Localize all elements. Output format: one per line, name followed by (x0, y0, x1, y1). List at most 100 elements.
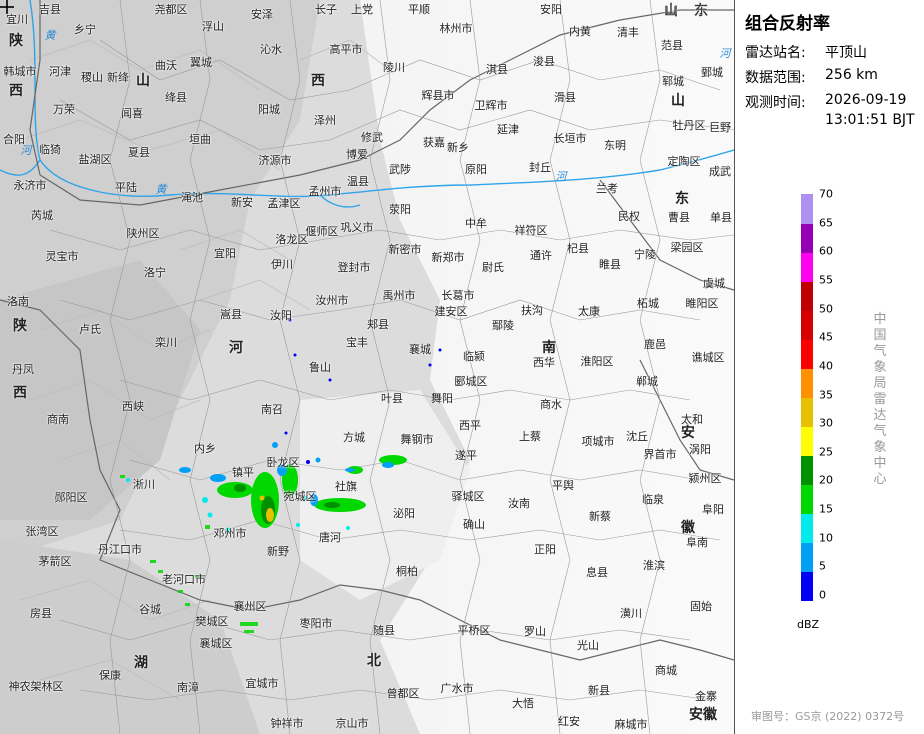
product-title: 组合反射率 (745, 14, 830, 34)
place-label: 单县 (710, 211, 732, 224)
legend-swatch (801, 339, 813, 369)
place-label: 枣阳市 (299, 617, 333, 630)
place-label: 新乡 (447, 141, 469, 154)
range-value: 256 km (825, 67, 878, 83)
place-label: 巨野 (709, 121, 731, 134)
place-label: 山 (665, 3, 677, 16)
place-label: 汝州市 (315, 294, 349, 307)
province-label: 西 (311, 73, 325, 89)
place-label: 襄州区 (233, 600, 267, 613)
place-label: 泽州 (314, 114, 336, 127)
place-label: 商水 (540, 398, 562, 411)
place-label: 罗山 (524, 625, 546, 638)
river-label: 河 (719, 47, 731, 60)
place-label: 新县 (588, 684, 610, 697)
place-label: 宜城市 (245, 677, 279, 690)
legend-swatch (801, 455, 813, 485)
legend-tick-label: 0 (819, 588, 826, 602)
place-label: 舞阳 (431, 392, 453, 405)
place-label: 河津 (49, 65, 71, 78)
legend-tick-label: 30 (819, 416, 833, 430)
place-label: 尧都区 (154, 3, 188, 16)
place-label: 东明 (604, 139, 626, 152)
place-label: 茅箭区 (38, 555, 72, 568)
time-clock: 13:01:51 BJT (825, 112, 915, 128)
place-label: 谯城区 (691, 351, 725, 364)
place-label: 洛龙区 (275, 233, 309, 246)
place-label: 闻喜 (121, 107, 143, 120)
place-label: 夏县 (128, 146, 150, 159)
map-approval-number: 审图号：GS京 (2022) 0372号 (751, 710, 905, 723)
station-row: 雷达站名: 平顶山 (745, 42, 867, 62)
place-label: 成武 (709, 165, 731, 178)
place-label: 新安 (231, 196, 253, 209)
place-label: 张湾区 (25, 525, 59, 538)
place-label: 垣曲 (189, 133, 211, 146)
place-label: 淅川 (133, 478, 155, 491)
place-label: 随县 (373, 624, 395, 637)
place-label: 房县 (30, 607, 52, 620)
place-label: 尉氏 (482, 261, 504, 274)
place-label: 卫辉市 (474, 99, 508, 112)
place-label: 西华 (533, 356, 555, 369)
place-label: 永济市 (13, 179, 47, 192)
legend-tick-label: 45 (819, 330, 833, 344)
place-label: 汝阳 (270, 309, 292, 322)
place-label: 东 (695, 3, 707, 16)
place-label: 老河口市 (162, 573, 206, 586)
place-label: 平桥区 (457, 624, 491, 637)
place-label: 镇平 (232, 466, 254, 479)
place-label: 上蔡 (519, 430, 541, 443)
place-label: 叶县 (381, 392, 403, 405)
place-label: 淮滨 (643, 559, 665, 572)
place-label: 陵川 (383, 61, 405, 74)
place-label: 鹿邑 (644, 338, 666, 351)
legend-swatch (801, 310, 813, 340)
place-label: 广水市 (440, 682, 474, 695)
place-label: 鄢陵 (492, 319, 514, 332)
radar-map[interactable]: 陕 西 山 西 山 东 河 南 安 徽 湖 北 陕 西 山 东 安徽 黄 河 河… (0, 0, 735, 734)
place-label: 中牟 (465, 217, 487, 230)
place-label: 辉县市 (421, 89, 455, 102)
place-label: 巩义市 (340, 221, 374, 234)
legend-tick-label: 60 (819, 244, 833, 258)
place-label: 定陶区 (667, 155, 701, 168)
place-label: 阜阳 (702, 503, 724, 516)
place-label: 襄城区 (199, 637, 233, 650)
place-label: 柘城 (637, 297, 659, 310)
place-label: 临泉 (642, 493, 664, 506)
place-label: 西平 (459, 419, 481, 432)
place-label: 稷山 (81, 71, 103, 84)
place-label: 钟祥市 (270, 717, 304, 730)
place-label: 梁园区 (670, 241, 704, 254)
place-label: 原阳 (465, 163, 487, 176)
province-label: 湖 (134, 655, 148, 671)
place-label: 扶沟 (521, 304, 543, 317)
place-label: 平陆 (115, 181, 137, 194)
place-label: 睢阳区 (685, 297, 719, 310)
place-label: 合阳 (3, 133, 25, 146)
place-label: 郓城 (662, 75, 684, 88)
place-label: 丹江口市 (98, 543, 142, 556)
legend-swatch (801, 426, 813, 456)
place-label: 樊城区 (195, 615, 229, 628)
place-label: 陕州区 (126, 227, 160, 240)
place-label: 新郑市 (431, 251, 465, 264)
place-label: 京山市 (335, 717, 369, 730)
legend-swatch (801, 397, 813, 427)
station-label: 雷达站名: (745, 45, 806, 61)
place-label: 方城 (343, 431, 365, 444)
info-panel: 组合反射率 雷达站名: 平顶山 数据范围: 256 km 观测时间: 2026-… (735, 0, 924, 734)
legend-tick-label: 55 (819, 273, 833, 287)
place-label: 阳城 (258, 103, 280, 116)
place-label: 范县 (661, 39, 683, 52)
place-label: 西峡 (122, 400, 144, 413)
place-label: 社旗 (335, 480, 357, 493)
place-label: 兰考 (596, 182, 618, 195)
place-label: 禹州市 (382, 289, 416, 302)
place-label: 固始 (690, 600, 712, 613)
place-label: 汝南 (508, 497, 530, 510)
place-label: 商南 (47, 413, 69, 426)
province-label: 山 (136, 73, 150, 89)
place-label: 建安区 (434, 305, 468, 318)
